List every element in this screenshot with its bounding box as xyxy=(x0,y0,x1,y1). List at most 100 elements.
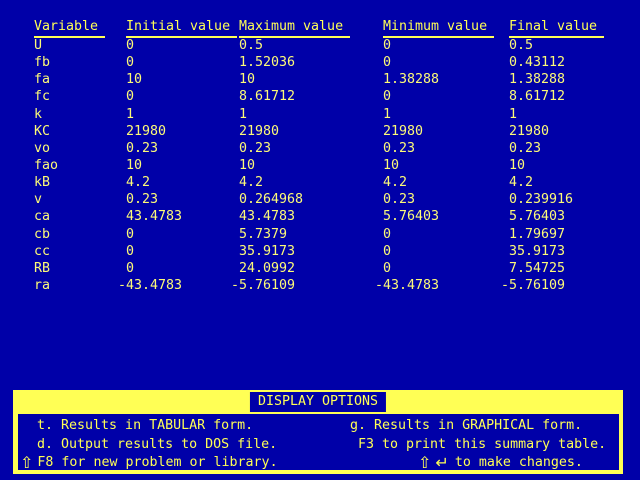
results-table-body: U00.500.5fb01.5203600.43112fa10101.38288… xyxy=(0,38,640,295)
value-cell: 0 xyxy=(383,227,391,243)
value-cell: 4.2 xyxy=(509,175,533,191)
value-cell: 1.52036 xyxy=(239,55,295,71)
value-cell: 0 xyxy=(383,244,391,260)
value-cell: 0 xyxy=(383,55,391,71)
header-cell: Variable xyxy=(34,19,105,38)
option-label: F3 to print this summary table. xyxy=(358,437,606,453)
value-cell: 21980 xyxy=(239,124,279,140)
value-cell: 0.23 xyxy=(239,141,271,157)
table-row: cc035.9173035.9173 xyxy=(0,244,640,261)
value-cell: 5.7379 xyxy=(239,227,287,243)
option-print[interactable]: F3 to print this summary table. xyxy=(358,437,606,453)
value-cell: 0.23 xyxy=(126,192,158,208)
option-make-changes[interactable]: ⇧↵to make changes. xyxy=(418,455,583,471)
value-cell: 35.9173 xyxy=(239,244,295,260)
value-cell: 0 xyxy=(383,89,391,105)
table-row: fc08.6171208.61712 xyxy=(0,89,640,106)
value-cell: 4.2 xyxy=(383,175,407,191)
value-cell: 5.76403 xyxy=(383,209,439,225)
value-cell: 10 xyxy=(126,158,142,174)
variable-name: ra xyxy=(34,278,50,294)
variable-name: RB xyxy=(34,261,50,277)
variable-name: vo xyxy=(34,141,50,157)
value-cell: 0 xyxy=(126,89,134,105)
panel-title: DISPLAY OPTIONS xyxy=(250,392,386,412)
screen: Variable Initial valueMaximum value Minimu… xyxy=(0,0,640,480)
shift-icon: ⇧ xyxy=(418,455,431,471)
value-cell: 0.23 xyxy=(126,141,158,157)
value-cell: 1 xyxy=(509,107,517,123)
value-cell: 1 xyxy=(239,107,247,123)
option-dos-file[interactable]: d. Output results to DOS file. xyxy=(37,437,277,453)
value-cell: 21980 xyxy=(509,124,549,140)
table-row: vo0.230.230.230.23 xyxy=(0,141,640,158)
table-row: fa10101.382881.38288 xyxy=(0,72,640,89)
table-row: RB 0 24.0992 0 7.54725 xyxy=(0,261,640,278)
value-cell: 24.0992 xyxy=(239,261,295,277)
variable-name: fb xyxy=(34,55,50,71)
value-cell: 7.54725 xyxy=(509,261,565,277)
table-row: ra-43.4783-5.76109-43.4783-5.76109 xyxy=(0,278,640,295)
variable-name: KC xyxy=(34,124,50,140)
value-cell: 0 xyxy=(126,244,134,260)
value-cell: 10 xyxy=(239,158,255,174)
value-cell: 10 xyxy=(383,158,399,174)
value-cell: 0.43112 xyxy=(509,55,565,71)
option-tabular[interactable]: t. Results in TABULAR form. xyxy=(37,418,253,434)
option-label: F8 for new problem or library. xyxy=(37,455,277,471)
shift-icon: ⇧ xyxy=(20,455,33,471)
value-cell: -43.4783 xyxy=(118,278,182,294)
value-cell: 0.23 xyxy=(383,192,415,208)
header-cell: Initial value xyxy=(126,19,237,38)
value-cell: 0.239916 xyxy=(509,192,573,208)
value-cell: 4.2 xyxy=(126,175,150,191)
panel-titlebar: DISPLAY OPTIONS xyxy=(13,390,623,414)
value-cell: 5.76403 xyxy=(509,209,565,225)
variable-name: fa xyxy=(34,72,50,88)
table-row: cb05.737901.79697 xyxy=(0,227,640,244)
value-cell: 10 xyxy=(126,72,142,88)
variable-name: v xyxy=(34,192,42,208)
display-options-panel: DISPLAY OPTIONS t. Results in TABULAR fo… xyxy=(13,390,623,474)
value-cell: 0 xyxy=(383,261,391,277)
variable-name: kB xyxy=(34,175,50,191)
table-row: v 0.23 0.264968 0.23 0.239916 xyxy=(0,192,640,209)
value-cell: 1.38288 xyxy=(509,72,565,88)
enter-icon: ↵ xyxy=(435,455,448,471)
panel-body: t. Results in TABULAR form. g. Results i… xyxy=(13,414,623,474)
value-cell: 0.264968 xyxy=(239,192,303,208)
value-cell: 0.5 xyxy=(509,38,533,54)
value-cell: 0 xyxy=(126,261,134,277)
option-label: g. Results in GRAPHICAL form. xyxy=(350,418,582,434)
table-row: k 1 1 1 1 xyxy=(0,107,640,124)
value-cell: 10 xyxy=(239,72,255,88)
header-cell: Final value xyxy=(509,19,604,38)
value-cell: 0 xyxy=(383,38,391,54)
value-cell: 1 xyxy=(383,107,391,123)
variable-name: fc xyxy=(34,89,50,105)
table-row: KC21980219802198021980 xyxy=(0,124,640,141)
value-cell: 43.4783 xyxy=(126,209,182,225)
value-cell: -5.76109 xyxy=(501,278,565,294)
value-cell: 1 xyxy=(126,107,134,123)
variable-name: fao xyxy=(34,158,58,174)
value-cell: 35.9173 xyxy=(509,244,565,260)
option-graphical[interactable]: g. Results in GRAPHICAL form. xyxy=(350,418,582,434)
variable-name: k xyxy=(34,107,42,123)
value-cell: 0.5 xyxy=(239,38,263,54)
header-cell: Maximum value xyxy=(239,19,350,38)
value-cell: 10 xyxy=(509,158,525,174)
value-cell: 8.61712 xyxy=(239,89,295,105)
value-cell: 43.4783 xyxy=(239,209,295,225)
variable-name: U xyxy=(34,38,42,54)
option-new-problem[interactable]: ⇧F8 for new problem or library. xyxy=(20,455,278,471)
table-row: fb01.5203600.43112 xyxy=(0,55,640,72)
value-cell: 0 xyxy=(126,227,134,243)
header-cell: Minimum value xyxy=(383,19,494,38)
table-row: ca43.478343.47835.764035.76403 xyxy=(0,209,640,226)
table-row: kB 4.2 4.2 4.2 4.2 xyxy=(0,175,640,192)
value-cell: -5.76109 xyxy=(231,278,295,294)
value-cell: 4.2 xyxy=(239,175,263,191)
table-row: fao 10 10 10 10 xyxy=(0,158,640,175)
table-row: U00.500.5 xyxy=(0,38,640,55)
